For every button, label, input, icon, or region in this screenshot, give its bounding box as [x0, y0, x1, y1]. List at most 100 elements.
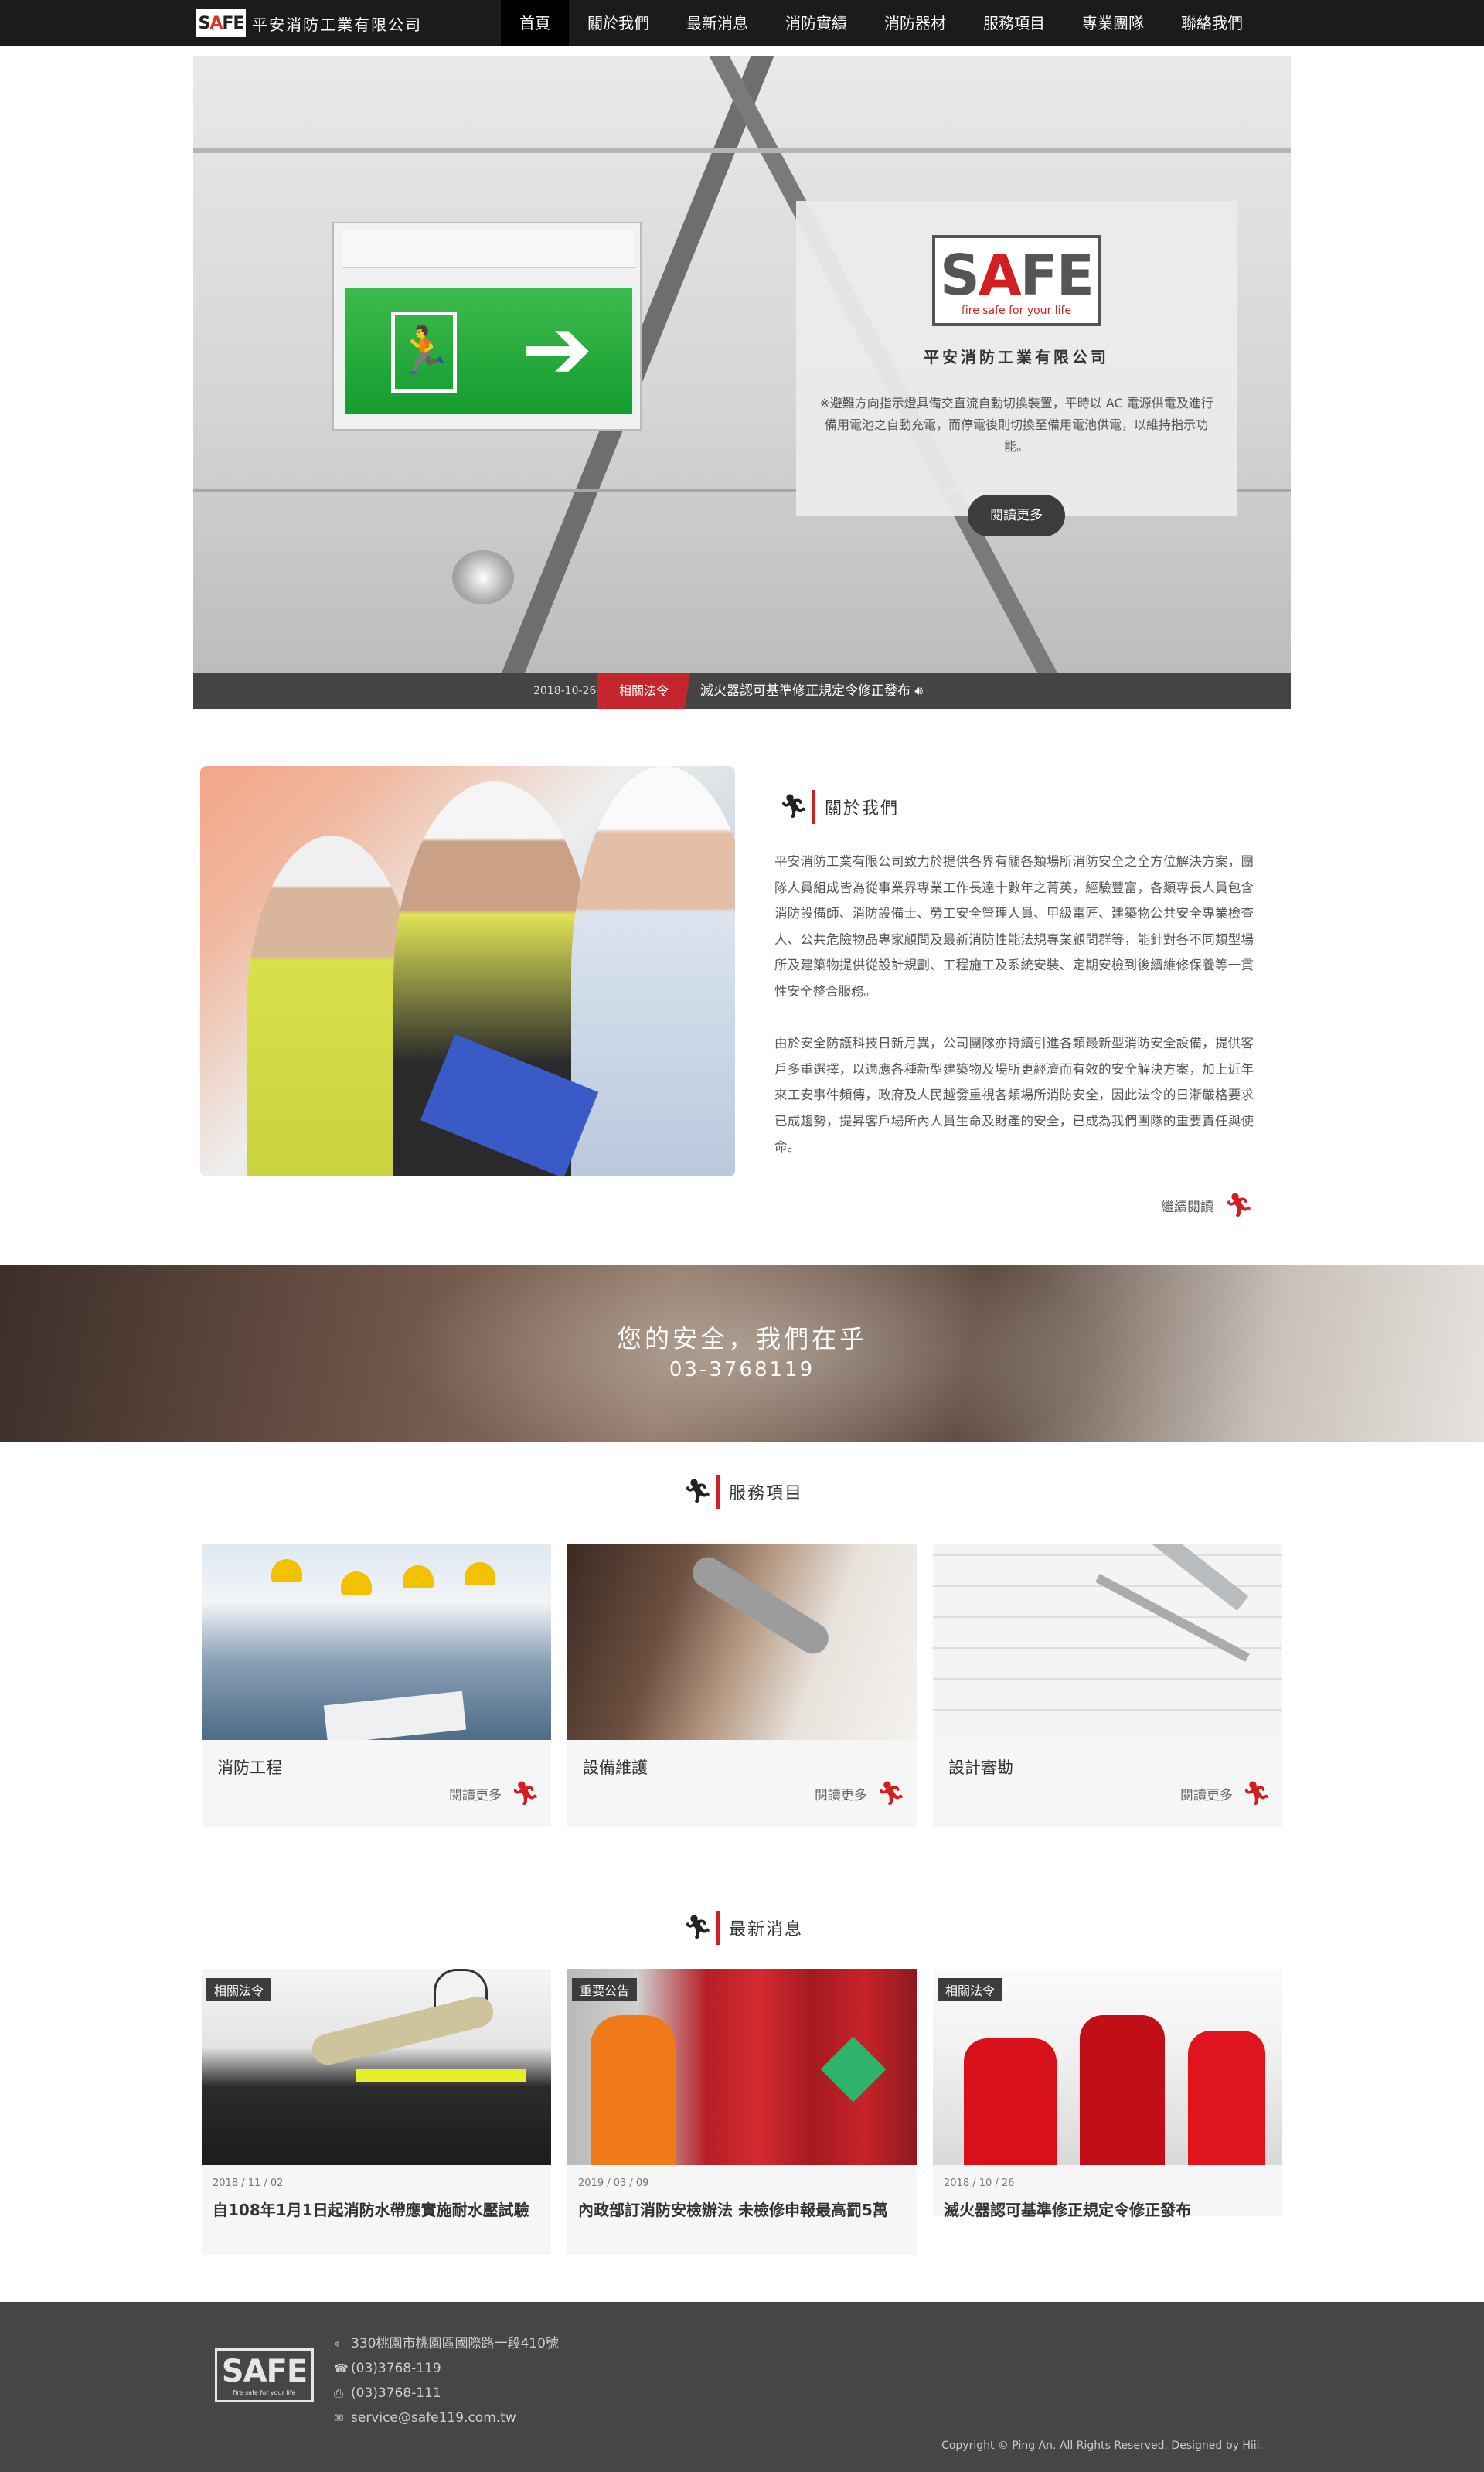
inspector	[591, 2015, 676, 2165]
footer-phone-row: ☎ (03)3768-119	[334, 2356, 559, 2381]
service-photo-design	[933, 1544, 1282, 1740]
running-man-icon: 🏃︎	[683, 1478, 713, 1505]
hero-logo-tagline: fire safe for your life	[961, 305, 1072, 317]
news-date: 2018 / 10 / 26	[944, 2177, 1015, 2189]
running-man-icon: 🏃︎	[1241, 1780, 1271, 1807]
about-heading: 🏃︎ 關於我們	[779, 790, 899, 824]
extinguisher	[1080, 2015, 1165, 2165]
banner-slogan: 您的安全，我們在乎	[616, 1324, 867, 1353]
ceiling-lamp	[452, 550, 514, 604]
service-read-more-link[interactable]: 閱讀更多 🏃︎	[1180, 1780, 1271, 1807]
service-read-more-label: 閱讀更多	[814, 1788, 867, 1803]
nav-item-team[interactable]: 專業團隊	[1064, 0, 1162, 46]
footer-logo-tagline: fire safe for your life	[233, 2389, 296, 2396]
service-read-more-label: 閱讀更多	[448, 1788, 502, 1803]
running-man-icon: 🏃	[391, 312, 457, 393]
news-date: 2019 / 03 / 09	[578, 2177, 649, 2189]
footer-address-row: ⌖ 330桃園市桃園區國際路一段410號	[334, 2331, 559, 2356]
cylinder-label	[820, 2036, 887, 2103]
ticker-headline-text: 滅火器認可基準修正規定令修正發布	[700, 683, 910, 699]
nav-item-projects[interactable]: 消防實績	[767, 0, 866, 46]
news-headline[interactable]: 滅火器認可基準修正規定令修正發布	[944, 2198, 1268, 2222]
company-name: 平安消防工業有限公司	[252, 15, 422, 34]
exit-sign-panel: 🏃 ➔	[342, 285, 635, 417]
nav-item-contact[interactable]: 聯絡我們	[1162, 0, 1261, 46]
services-list: 消防工程 閱讀更多 🏃︎ 設備維護 閱讀更多 🏃︎ 設計審勘 閱讀更多 🏃︎	[202, 1544, 1282, 1827]
news-card[interactable]: 重要公告 2019 / 03 / 09 內政部訂消防安檢辦法 未檢修申報最高罰5…	[567, 1969, 917, 2255]
footer-logo[interactable]: SAFE fire safe for your life	[215, 2348, 314, 2402]
news-headline[interactable]: 內政部訂消防安檢辦法 未檢修申報最高罰5萬	[578, 2198, 903, 2222]
service-title: 設計審勘	[948, 1759, 1013, 1777]
about-photo	[200, 766, 735, 1176]
extinguisher	[964, 2038, 1057, 2165]
nav-item-home[interactable]: 首頁	[501, 0, 569, 46]
hardhat	[403, 1565, 434, 1588]
service-title: 消防工程	[217, 1759, 282, 1777]
hero-logo: SAFE fire safe for your life	[932, 235, 1101, 326]
news-category-badge: 相關法令	[206, 1978, 272, 2001]
news-ticker: 2018-10-26 相關法令 滅火器認可基準修正規定令修正發布 🔊︎	[193, 673, 1291, 709]
worker-figure	[571, 766, 735, 1176]
heading-accent-bar	[716, 1911, 720, 1945]
worker-figure	[247, 836, 417, 1176]
nav-item-services[interactable]: 服務項目	[965, 0, 1064, 46]
hardhat	[271, 1559, 302, 1582]
blueprint	[323, 1691, 467, 1740]
about-paragraph-1: 平安消防工業有限公司致力於提供各界有關各類場所消防安全之全方位解決方案，團隊人員…	[774, 854, 1254, 999]
service-photo-maintenance	[567, 1544, 917, 1740]
about-read-more-link[interactable]: 繼續閱讀 🏃︎	[1161, 1192, 1254, 1219]
top-navbar: S A FE 平安消防工業有限公司 首頁 關於我們 最新消息 消防實績 消防器材 服…	[0, 0, 1484, 46]
running-man-icon: 🏃︎	[683, 1914, 713, 1941]
running-man-icon: 🏃︎	[1224, 1192, 1254, 1219]
news-headline[interactable]: 自108年1月1日起消防水帶應實施耐水壓試驗	[213, 2198, 537, 2222]
news-card[interactable]: 相關法令 2018 / 11 / 02 自108年1月1日起消防水帶應實施耐水壓…	[202, 1969, 551, 2255]
nav-item-about[interactable]: 關於我們	[569, 0, 668, 46]
exit-sign-image: 🏃 ➔	[332, 222, 642, 431]
about-body: 平安消防工業有限公司致力於提供各界有關各類場所消防安全之全方位解決方案，團隊人員…	[774, 849, 1254, 1160]
ceiling-beam	[193, 148, 1291, 153]
news-category-badge: 相關法令	[938, 1978, 1003, 2001]
about-paragraph-2: 由於安全防護科技日新月異，公司團隊亦持續引進各類最新型消防安全設備，提供客戶多重…	[774, 1036, 1254, 1154]
speaker-icon: 🔊︎	[910, 683, 924, 699]
service-card[interactable]: 設備維護 閱讀更多 🏃︎	[567, 1544, 917, 1827]
service-card[interactable]: 設計審勘 閱讀更多 🏃︎	[933, 1544, 1282, 1827]
banner-phone: 03-3768119	[669, 1358, 815, 1381]
hero-read-more-button[interactable]: 閱讀更多	[968, 495, 1065, 536]
footer-copyright: Copyright © Ping An. All Rights Reserved…	[941, 2440, 1263, 2452]
hose	[308, 1993, 497, 2069]
news-date: 2018 / 11 / 02	[213, 2177, 284, 2189]
extinguisher	[1188, 2031, 1265, 2165]
hero-logo-text: SAFE	[940, 243, 1094, 308]
hardhat	[341, 1571, 372, 1595]
service-read-more-link[interactable]: 閱讀更多 🏃︎	[449, 1780, 540, 1807]
phone-icon: ☎	[334, 2361, 349, 2375]
running-man-icon: 🏃︎	[510, 1780, 540, 1807]
site-logo[interactable]: S A FE 平安消防工業有限公司	[196, 8, 422, 39]
contact-banner: 您的安全，我們在乎 03-3768119	[0, 1265, 1484, 1442]
news-card[interactable]: 相關法令 2018 / 10 / 26 滅火器認可基準修正規定令修正發布	[933, 1969, 1282, 2219]
footer-fax-row: ⎙ (03)3768-111	[334, 2381, 559, 2406]
envelope-icon: ✉	[334, 2411, 344, 2425]
site-footer: SAFE fire safe for your life ⌖ 330桃園市桃園區國…	[0, 2302, 1484, 2472]
ticker-headline[interactable]: 滅火器認可基準修正規定令修正發布 🔊︎	[700, 673, 923, 709]
service-card[interactable]: 消防工程 閱讀更多 🏃︎	[202, 1544, 551, 1827]
running-man-icon: 🏃︎	[779, 793, 809, 820]
hardhat	[465, 1562, 495, 1585]
news-title: 最新消息	[729, 1920, 804, 1939]
running-man-icon: 🏃︎	[876, 1780, 906, 1807]
about-title: 關於我們	[825, 799, 900, 819]
ticker-date: 2018-10-26	[533, 685, 597, 697]
map-pin-icon: ⌖	[334, 2337, 341, 2351]
nav-item-equipment[interactable]: 消防器材	[866, 0, 965, 46]
news-category-badge: 重要公告	[572, 1978, 638, 2001]
reflective-stripe	[356, 2069, 526, 2082]
hero-slider[interactable]: 🏃 ➔ SAFE fire safe for your life 平安消防工業有…	[193, 56, 1291, 674]
hero-description: ※避難方向指示燈具備交直流自動切換裝置，平時以 AC 電源供電及進行備用電池之自…	[819, 396, 1213, 454]
service-title: 設備維護	[583, 1759, 648, 1777]
footer-email-row: ✉ service@safe119.com.tw	[334, 2406, 559, 2430]
footer-email[interactable]: service@safe119.com.tw	[351, 2406, 516, 2430]
footer-phone: (03)3768-119	[351, 2361, 441, 2376]
service-read-more-label: 閱讀更多	[1179, 1788, 1233, 1803]
service-read-more-link[interactable]: 閱讀更多 🏃︎	[815, 1780, 906, 1807]
nav-item-news[interactable]: 最新消息	[668, 0, 767, 46]
